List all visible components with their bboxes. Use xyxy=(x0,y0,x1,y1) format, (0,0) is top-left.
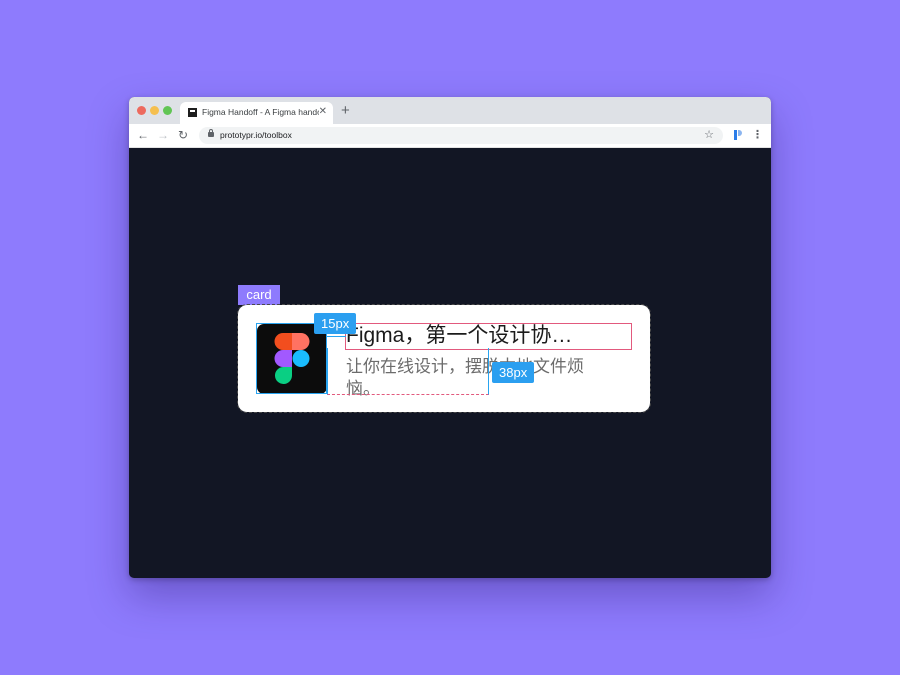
figma-app-icon[interactable] xyxy=(257,324,327,394)
minimize-window-button[interactable] xyxy=(150,106,159,115)
star-icon[interactable]: ☆ xyxy=(704,128,714,142)
forward-button[interactable]: → xyxy=(157,128,169,142)
reload-button[interactable]: ↻ xyxy=(178,128,188,142)
address-bar[interactable]: prototypr.io/toolbox ☆ xyxy=(199,127,723,144)
spacing-badge-right: 38px xyxy=(492,362,535,383)
card-description: 让你在线设计，摆脱本地文件烦恼。 xyxy=(346,357,584,398)
tab-figma-handoff[interactable]: Figma Handoff - A Figma handoff ✕ xyxy=(180,102,333,124)
figma-logo-icon xyxy=(274,333,310,384)
back-button[interactable]: ← xyxy=(137,128,149,142)
extension-icon[interactable] xyxy=(733,130,743,140)
new-tab-button[interactable]: + xyxy=(341,102,350,120)
spacing-measure-line xyxy=(327,336,346,337)
browser-toolbar: ← → ↻ prototypr.io/toolbox ☆ ⋮ xyxy=(129,124,771,148)
tab-favicon-icon xyxy=(188,108,197,117)
tab-bar: Figma Handoff - A Figma handoff ✕ + xyxy=(129,97,771,124)
maximize-window-button[interactable] xyxy=(163,106,172,115)
lock-icon[interactable] xyxy=(208,129,214,137)
card-label: card xyxy=(238,285,280,305)
tab-title: Figma Handoff - A Figma handoff xyxy=(202,107,319,117)
tab-close-icon[interactable]: ✕ xyxy=(319,105,327,119)
url-text[interactable]: prototypr.io/toolbox xyxy=(220,129,292,142)
menu-icon[interactable]: ⋮ xyxy=(752,128,763,142)
card-title: Figma，第一个设计协… xyxy=(346,324,573,347)
spacing-badge-left: 15px xyxy=(314,313,357,334)
close-window-button[interactable] xyxy=(137,106,146,115)
